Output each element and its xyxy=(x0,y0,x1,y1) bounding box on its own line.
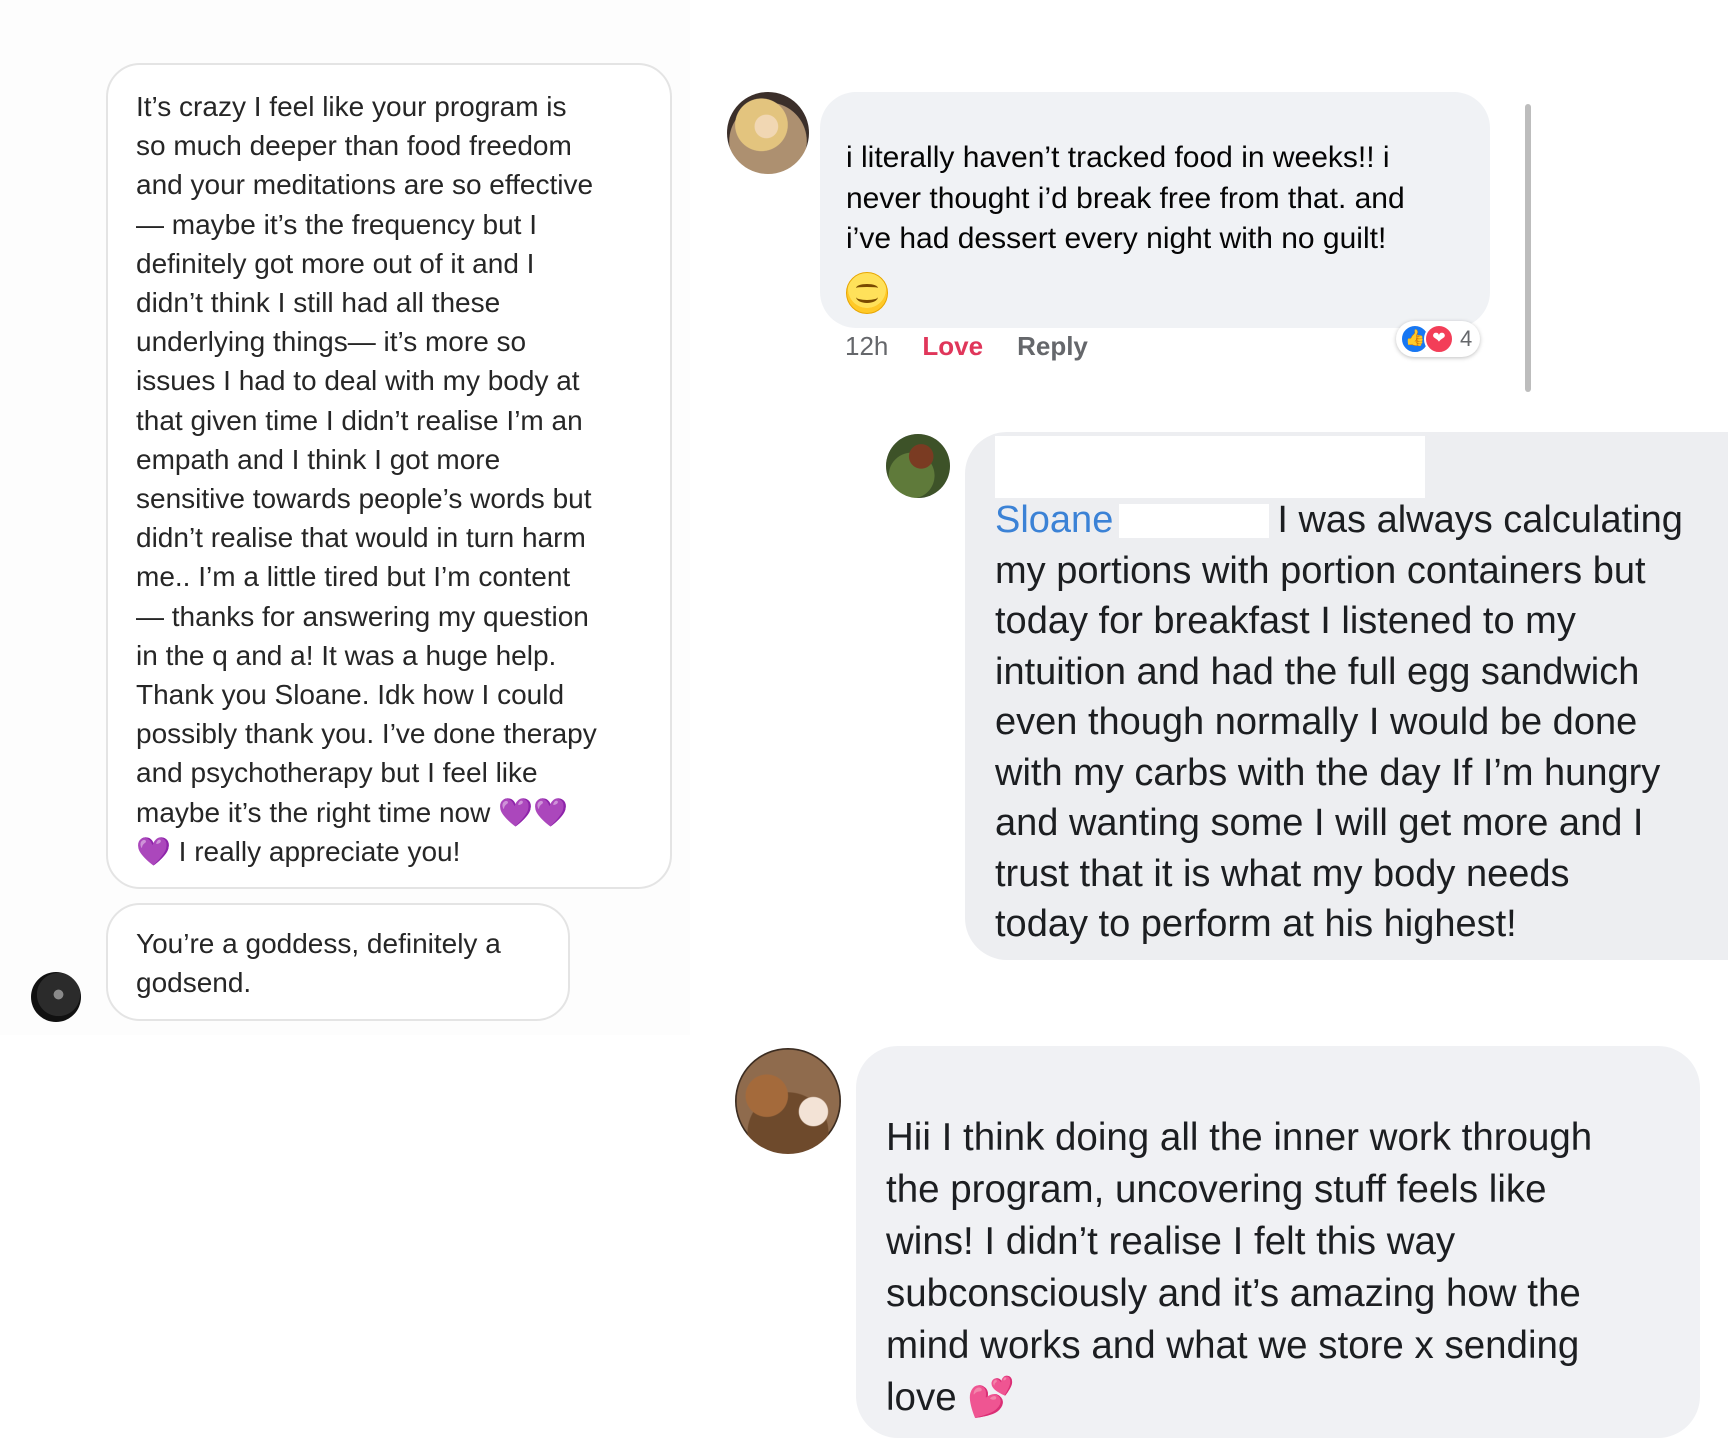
avatar[interactable] xyxy=(735,1048,841,1154)
comment-text: Hii I think doing all the inner work thr… xyxy=(886,1116,1593,1419)
dm-message-tail: I really appreciate you! xyxy=(178,835,461,867)
comment-line: today to perform at his highest! xyxy=(995,903,1517,945)
comment-text: Sloane I was always calculating my portio… xyxy=(995,495,1728,950)
dm-message-last-line: maybe it’s the right time now xyxy=(136,796,491,828)
redacted-surname xyxy=(1119,504,1270,538)
smiling-face-emoji xyxy=(846,271,888,314)
comment-line-text: I was always calculating xyxy=(1277,499,1683,541)
purple-heart-emoji: 💜 xyxy=(136,835,171,867)
redacted-name-block xyxy=(995,436,1425,498)
comment-bubble: i literally haven’t tracked food in week… xyxy=(820,92,1490,328)
reply-link[interactable]: Reply xyxy=(1017,331,1088,362)
comment-actions: 12h Love Reply xyxy=(845,331,1088,362)
dm-message-text: You’re a goddess, definitely a godsend. xyxy=(136,928,501,998)
love-reaction-link[interactable]: Love xyxy=(922,331,983,362)
reaction-count: 4 xyxy=(1460,326,1473,351)
purple-heart-emoji: 💜💜 xyxy=(498,796,568,828)
love-reaction-icon: ❤ xyxy=(1424,324,1454,354)
avatar[interactable] xyxy=(31,972,81,1022)
comment-line: my portions with portion containers but xyxy=(995,549,1646,592)
dm-conversation-panel: It’s crazy I feel like your program is s… xyxy=(0,0,690,1035)
comment-line: Sloane I was always calculating xyxy=(995,495,1728,546)
comment-line: intuition and had the full egg sandwich xyxy=(995,650,1640,693)
comment-line: even though normally I would be done xyxy=(995,701,1638,743)
comment-line: and wanting some I will get more and I xyxy=(995,802,1644,844)
comment-line: with my carbs with the day If I’m hungry xyxy=(995,751,1661,794)
comment-line: trust that it is what my body needs xyxy=(995,852,1570,895)
comment-text: i literally haven’t tracked food in week… xyxy=(846,141,1405,255)
avatar[interactable] xyxy=(727,92,809,174)
tagged-user-link[interactable]: Sloane xyxy=(995,499,1113,541)
dm-message-bubble: You’re a goddess, definitely a godsend. xyxy=(106,903,570,1021)
comment-bubble: Hii I think doing all the inner work thr… xyxy=(856,1046,1700,1438)
dm-message-text: It’s crazy I feel like your program is s… xyxy=(136,91,597,789)
comment-line: today for breakfast I listened to my xyxy=(995,600,1576,642)
avatar[interactable] xyxy=(886,434,950,498)
comment-timestamp[interactable]: 12h xyxy=(845,331,888,362)
reaction-summary[interactable]: 👍 ❤ 4 xyxy=(1396,321,1481,357)
scrollbar[interactable] xyxy=(1525,104,1531,392)
dm-message-bubble: It’s crazy I feel like your program is s… xyxy=(106,63,672,889)
